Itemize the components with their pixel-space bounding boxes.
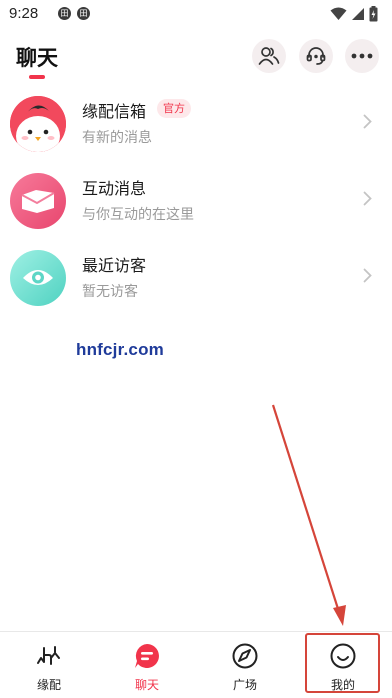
envelope-icon	[21, 190, 55, 213]
contacts-button[interactable]	[252, 39, 286, 73]
more-icon	[351, 53, 373, 59]
item-subtitle: 有新的消息	[82, 130, 152, 146]
nav-label: 缘配	[36, 678, 61, 692]
match-icon	[37, 646, 60, 665]
nav-item-chat[interactable]: 聊天	[108, 632, 186, 698]
eye-icon	[23, 270, 53, 285]
nav-label: 广场	[232, 678, 257, 692]
official-badge: 官方	[157, 99, 191, 118]
nav-item-square[interactable]: 广场	[206, 632, 284, 698]
watermark: hnfcjr.com	[76, 340, 164, 359]
notification-icon: 田	[58, 7, 71, 20]
signal-icon	[352, 8, 364, 20]
title-underline	[29, 75, 45, 79]
chevron-right-icon	[363, 114, 372, 129]
support-icon	[306, 47, 326, 65]
item-title: 最近访客	[82, 256, 147, 275]
item-subtitle: 暂无访客	[82, 284, 138, 300]
more-button[interactable]	[345, 39, 379, 73]
item-title: 缘配信箱	[82, 102, 147, 121]
item-title: 互动消息	[82, 179, 147, 198]
item-subtitle: 与你互动的在这里	[82, 207, 194, 223]
contacts-icon	[258, 47, 280, 65]
list-item-visitors[interactable]: 最近访客 暂无访客	[0, 246, 392, 322]
nav-item-match[interactable]: 缘配	[10, 632, 88, 698]
chat-icon	[135, 644, 159, 668]
page-title: 聊天	[16, 46, 58, 70]
annotation-highlight-box	[305, 633, 380, 693]
notification-icon: 田	[77, 7, 90, 20]
status-icons	[330, 5, 378, 23]
list-item-interactions[interactable]: 互动消息 与你互动的在这里	[0, 169, 392, 245]
compass-icon	[232, 643, 258, 669]
status-time: 9:28	[9, 5, 39, 22]
chick-avatar	[10, 96, 66, 152]
battery-icon	[369, 6, 378, 22]
chevron-right-icon	[363, 268, 372, 283]
wifi-icon	[330, 7, 347, 20]
envelope-avatar	[10, 173, 66, 229]
nav-label: 聊天	[134, 678, 159, 692]
status-bar: 9:28 田 田	[0, 0, 392, 28]
chevron-right-icon	[363, 191, 372, 206]
support-button[interactable]	[299, 39, 333, 73]
list-item-mailbox[interactable]: 缘配信箱 官方 有新的消息	[0, 92, 392, 168]
eye-avatar	[10, 250, 66, 306]
